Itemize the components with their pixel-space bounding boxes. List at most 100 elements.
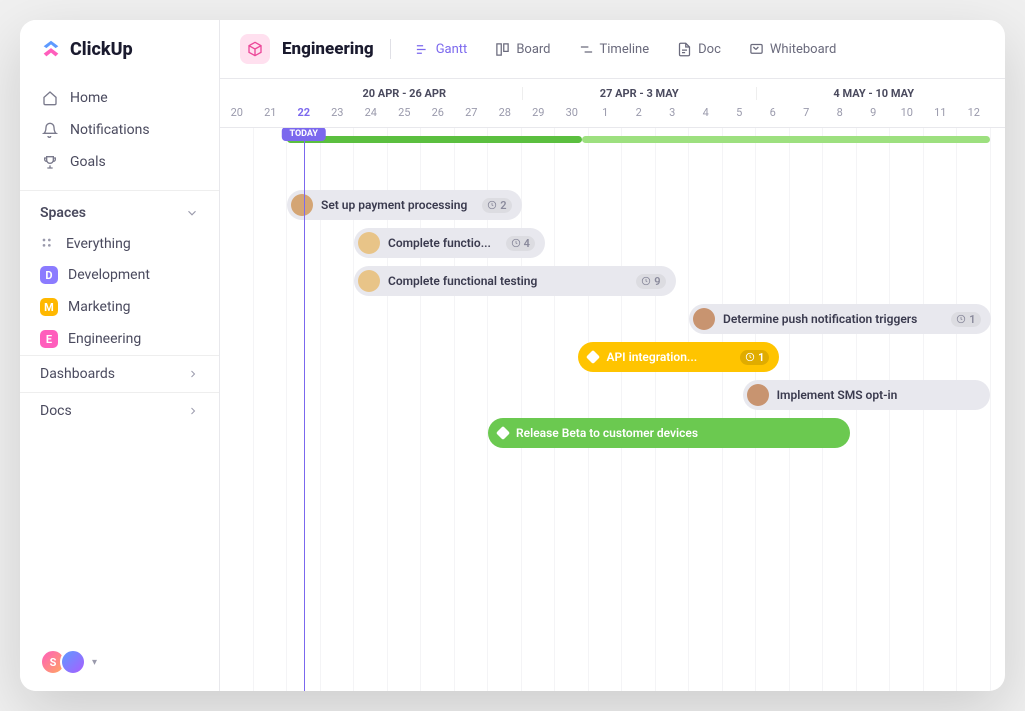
date-range: 20 APR - 26 APR xyxy=(287,87,522,100)
sidebar-item-marketing[interactable]: M Marketing xyxy=(20,291,219,323)
timeline-header: 20 APR - 26 APR27 APR - 3 MAY4 MAY - 10 … xyxy=(220,79,1005,128)
day-cell[interactable]: 9 xyxy=(857,100,891,127)
clickup-logo-icon xyxy=(40,38,62,60)
task-label: Release Beta to customer devices xyxy=(516,426,698,440)
day-cell[interactable]: 27 xyxy=(455,100,489,127)
section-label: Dashboards xyxy=(40,366,115,382)
item-label: Engineering xyxy=(68,331,141,347)
brand-logo[interactable]: ClickUp xyxy=(20,20,219,78)
gantt-task[interactable]: Release Beta to customer devices xyxy=(488,418,850,448)
sidebar-docs[interactable]: Docs xyxy=(20,392,219,429)
page-header: Engineering Gantt Board Timeline Doc Whi… xyxy=(220,20,1005,79)
date-range: 4 MAY - 10 MAY xyxy=(756,87,991,100)
space-badge: E xyxy=(40,330,58,348)
day-cell[interactable]: 2 xyxy=(622,100,656,127)
main-content: Engineering Gantt Board Timeline Doc Whi… xyxy=(220,20,1005,691)
workspace-switcher[interactable]: S ▾ xyxy=(20,633,219,691)
nav-label: Goals xyxy=(70,154,106,170)
space-badge: D xyxy=(40,266,58,284)
bell-icon xyxy=(42,122,58,138)
space-badge: M xyxy=(40,298,58,316)
day-cell[interactable]: 3 xyxy=(656,100,690,127)
space-icon xyxy=(240,34,270,64)
primary-nav: Home Notifications Goals xyxy=(20,78,219,182)
sidebar-item-engineering[interactable]: E Engineering xyxy=(20,323,219,355)
today-indicator xyxy=(304,128,305,691)
task-label: Complete functional testing xyxy=(388,274,537,288)
chevron-right-icon xyxy=(187,405,199,417)
view-label: Board xyxy=(516,42,550,57)
trophy-icon xyxy=(42,154,58,170)
day-cell[interactable]: 1 xyxy=(589,100,623,127)
gantt-task[interactable]: Set up payment processing 2 xyxy=(287,190,522,220)
day-cell[interactable]: 26 xyxy=(421,100,455,127)
nav-notifications[interactable]: Notifications xyxy=(32,114,207,146)
chevron-down-icon xyxy=(185,206,199,220)
day-cell[interactable]: 25 xyxy=(388,100,422,127)
gantt-body[interactable]: TODAY Set up payment processing2Complete… xyxy=(220,128,1005,691)
day-cell[interactable]: 6 xyxy=(756,100,790,127)
day-cell[interactable]: 5 xyxy=(723,100,757,127)
app-window: ClickUp Home Notifications Goals Spaces … xyxy=(20,20,1005,691)
subtask-count: 4 xyxy=(506,236,535,251)
task-label: Complete functio... xyxy=(388,236,491,250)
day-cell[interactable]: 30 xyxy=(555,100,589,127)
subtask-count: 1 xyxy=(740,350,769,365)
chevron-right-icon xyxy=(187,368,199,380)
gantt-task[interactable]: Complete functional testing 9 xyxy=(354,266,676,296)
day-cell[interactable]: 28 xyxy=(488,100,522,127)
sidebar-dashboards[interactable]: Dashboards xyxy=(20,355,219,392)
spaces-header[interactable]: Spaces xyxy=(20,190,219,229)
cube-icon xyxy=(247,41,263,57)
day-cell[interactable]: 23 xyxy=(321,100,355,127)
day-cell[interactable]: 21 xyxy=(254,100,288,127)
nav-goals[interactable]: Goals xyxy=(32,146,207,178)
day-cell[interactable]: 12 xyxy=(957,100,991,127)
divider xyxy=(390,39,391,59)
task-label: Determine push notification triggers xyxy=(723,312,917,326)
whiteboard-icon xyxy=(749,42,764,57)
board-icon xyxy=(495,42,510,57)
page-title: Engineering xyxy=(282,39,374,59)
subtask-count: 2 xyxy=(482,198,511,213)
chevron-down-icon: ▾ xyxy=(92,657,97,668)
gantt-task[interactable]: Implement SMS opt-in xyxy=(743,380,991,410)
view-timeline[interactable]: Timeline xyxy=(571,38,658,61)
task-label: Implement SMS opt-in xyxy=(777,388,898,402)
doc-icon xyxy=(677,42,692,57)
section-label: Spaces xyxy=(40,205,86,221)
day-cell[interactable]: 11 xyxy=(924,100,958,127)
view-board[interactable]: Board xyxy=(487,38,558,61)
gantt-task[interactable]: Complete functio... 4 xyxy=(354,228,545,258)
milestone-icon xyxy=(496,426,510,440)
day-cell[interactable]: 10 xyxy=(890,100,924,127)
sidebar-item-everything[interactable]: Everything xyxy=(20,229,219,259)
task-label: Set up payment processing xyxy=(321,198,467,212)
progress-segment xyxy=(582,136,991,143)
subtask-count: 9 xyxy=(636,274,665,289)
view-label: Doc xyxy=(698,42,721,57)
nav-label: Home xyxy=(70,90,108,106)
view-label: Timeline xyxy=(600,42,650,57)
grid-dots-icon xyxy=(40,236,56,252)
item-label: Development xyxy=(68,267,150,283)
sidebar: ClickUp Home Notifications Goals Spaces … xyxy=(20,20,220,691)
day-cell[interactable]: 20 xyxy=(220,100,254,127)
date-range: 27 APR - 3 MAY xyxy=(522,87,757,100)
day-cell[interactable]: 7 xyxy=(790,100,824,127)
sidebar-item-development[interactable]: D Development xyxy=(20,259,219,291)
gantt-task[interactable]: API integration...1 xyxy=(578,342,779,372)
view-whiteboard[interactable]: Whiteboard xyxy=(741,38,844,61)
view-gantt[interactable]: Gantt xyxy=(407,38,476,61)
gantt-task[interactable]: Determine push notification triggers1 xyxy=(689,304,991,334)
day-cell[interactable]: 22 xyxy=(287,100,321,127)
day-cell[interactable]: 8 xyxy=(823,100,857,127)
view-doc[interactable]: Doc xyxy=(669,38,729,61)
day-cell[interactable]: 4 xyxy=(689,100,723,127)
day-cell[interactable]: 29 xyxy=(522,100,556,127)
item-label: Everything xyxy=(66,236,131,252)
item-label: Marketing xyxy=(68,299,131,315)
avatar xyxy=(60,649,86,675)
nav-home[interactable]: Home xyxy=(32,82,207,114)
day-cell[interactable]: 24 xyxy=(354,100,388,127)
